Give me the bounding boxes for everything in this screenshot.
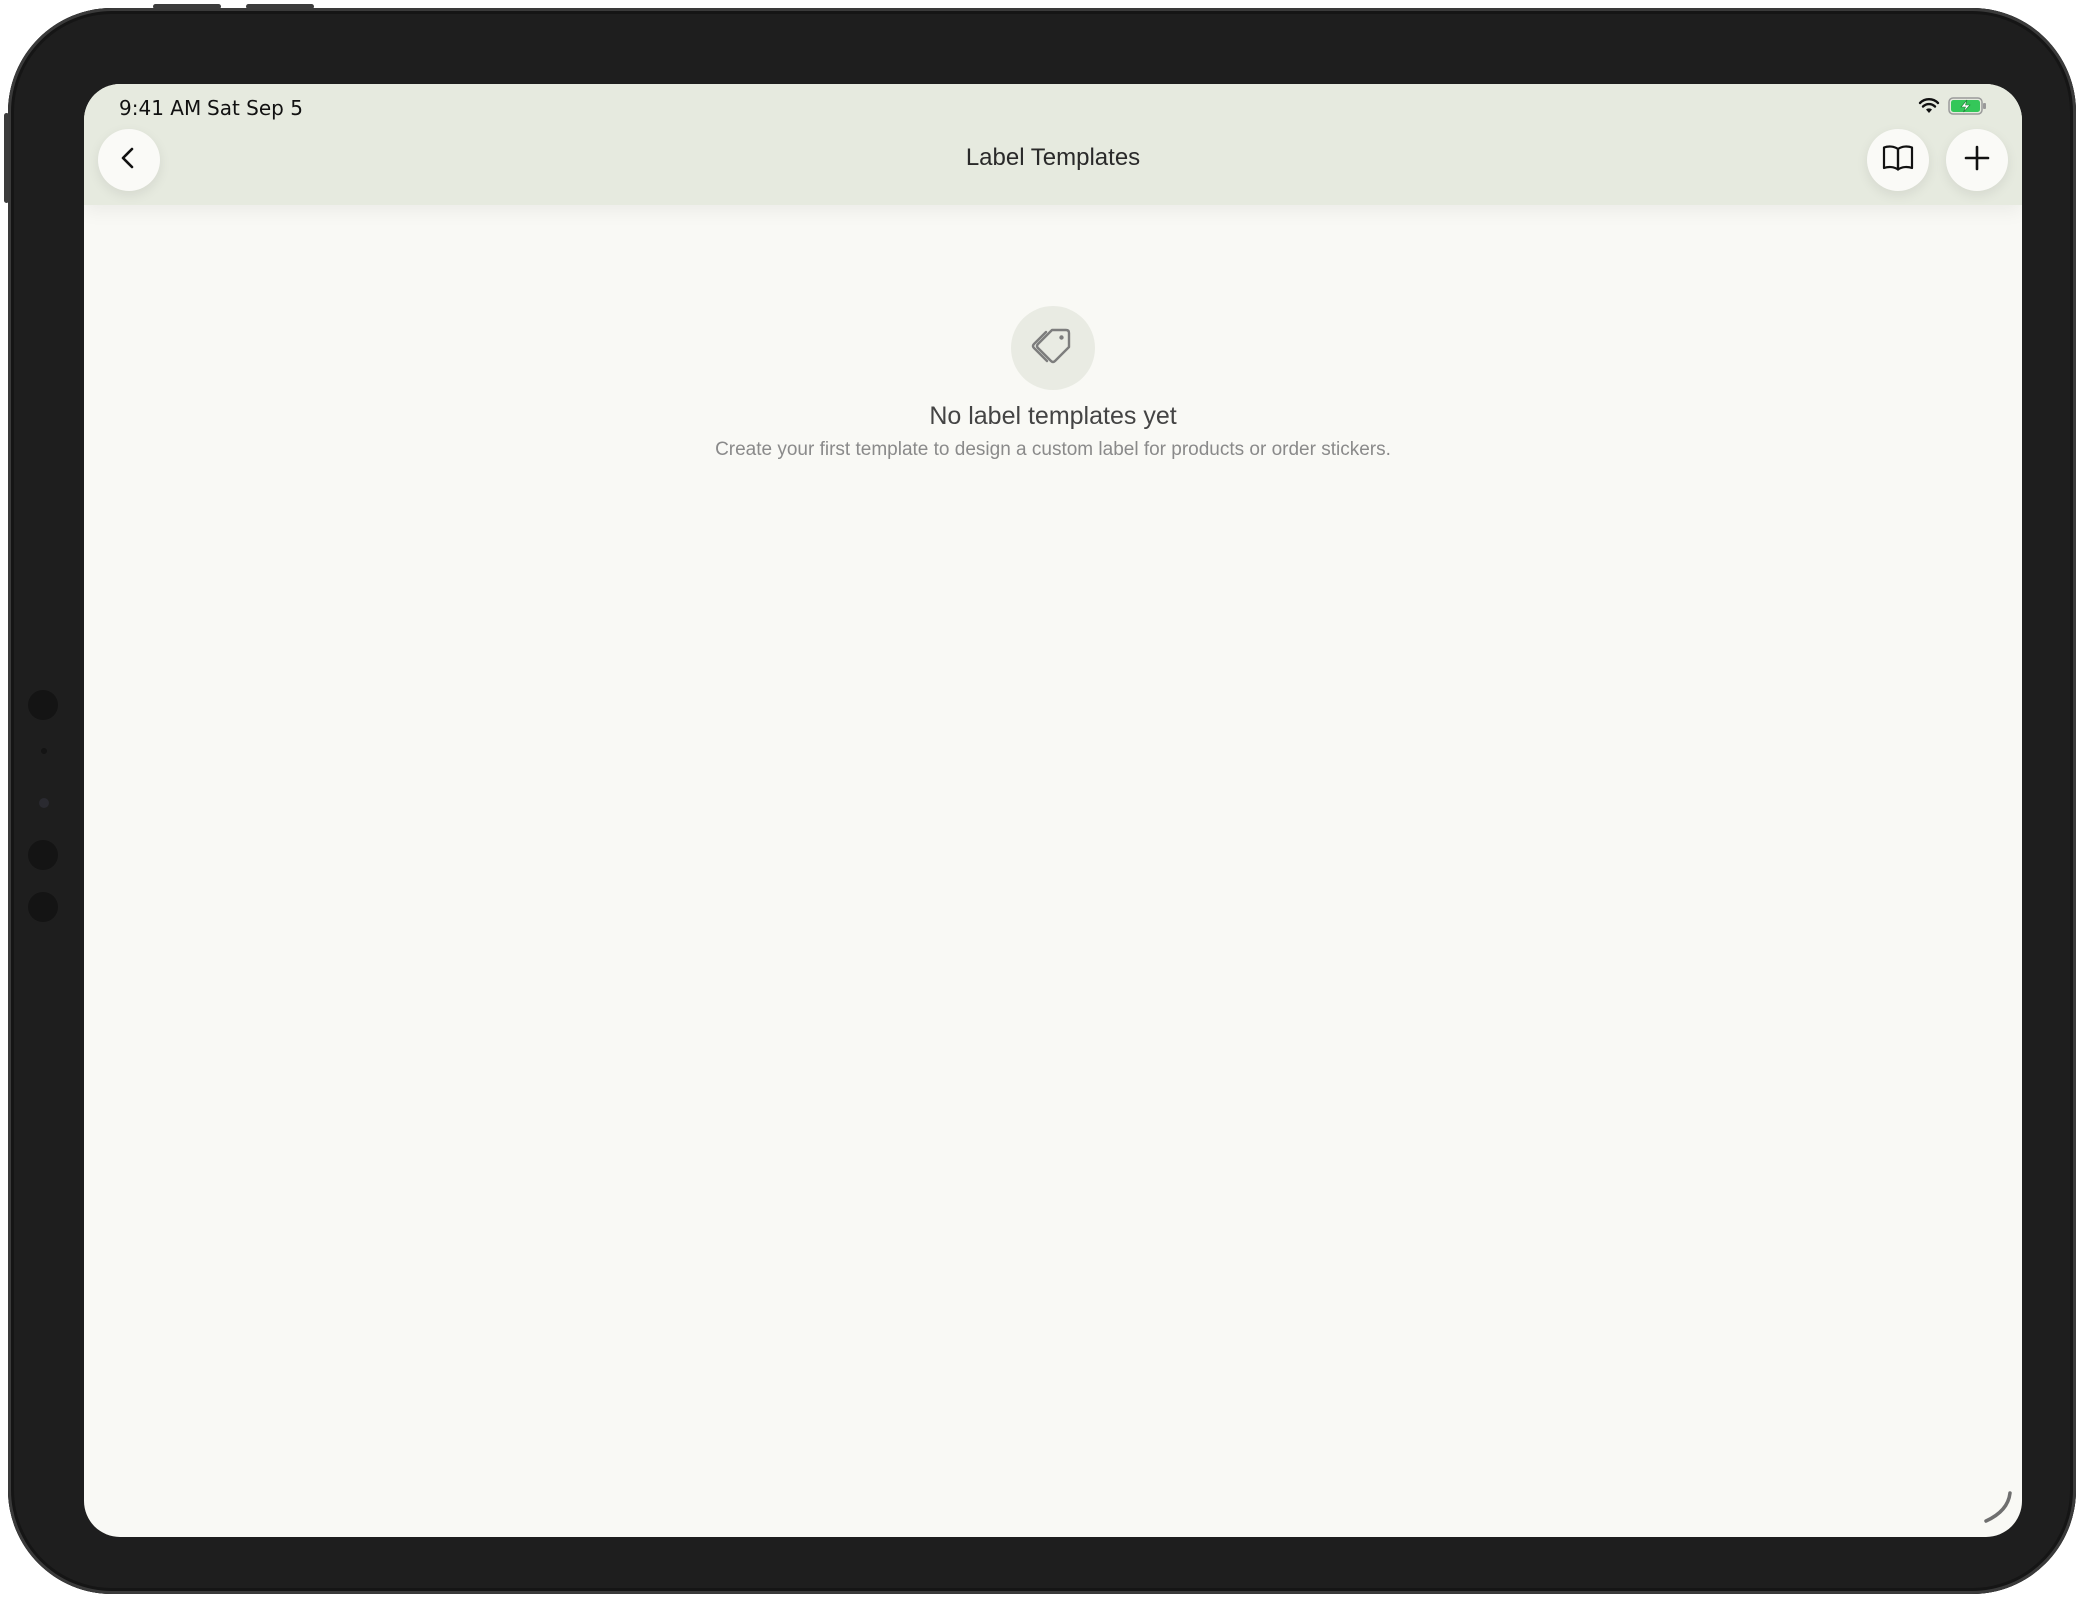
sensor-dot-2 [41, 748, 47, 754]
wifi-icon [1918, 97, 1940, 119]
empty-state-subtitle: Create your first template to design a c… [715, 439, 1391, 460]
sensor-dot-1 [28, 690, 58, 720]
status-indicators [1918, 96, 1988, 120]
side-button [4, 113, 9, 203]
sensor-dot-4 [28, 892, 58, 922]
top-button-2 [246, 4, 314, 9]
tag-icon [1031, 324, 1075, 372]
ipad-frame: 9:41 AM Sat Sep 5 Label Templates No lab… [4, 4, 2076, 1594]
resize-handle[interactable] [1976, 1487, 2016, 1531]
add-template-button[interactable] [1946, 129, 2008, 191]
empty-state: No label templates yet Create your first… [84, 306, 2022, 461]
page-title: Label Templates [965, 144, 1141, 171]
empty-state-icon-badge [1011, 306, 1095, 390]
empty-state-title: No label templates yet [929, 402, 1177, 430]
top-button-1 [153, 4, 221, 9]
book-open-icon [1881, 143, 1915, 177]
plus-icon [1963, 144, 1991, 176]
screen: 9:41 AM Sat Sep 5 Label Templates No lab… [84, 84, 2022, 1537]
battery-charging-icon [1948, 96, 1988, 120]
sensor-dot-3 [28, 840, 58, 870]
status-time: 9:41 AM [119, 96, 202, 120]
status-date: Sat Sep 5 [207, 96, 303, 120]
guide-button[interactable] [1867, 129, 1929, 191]
navigation-bar: 9:41 AM Sat Sep 5 Label Templates [84, 84, 2022, 205]
camera-lens [39, 798, 49, 808]
